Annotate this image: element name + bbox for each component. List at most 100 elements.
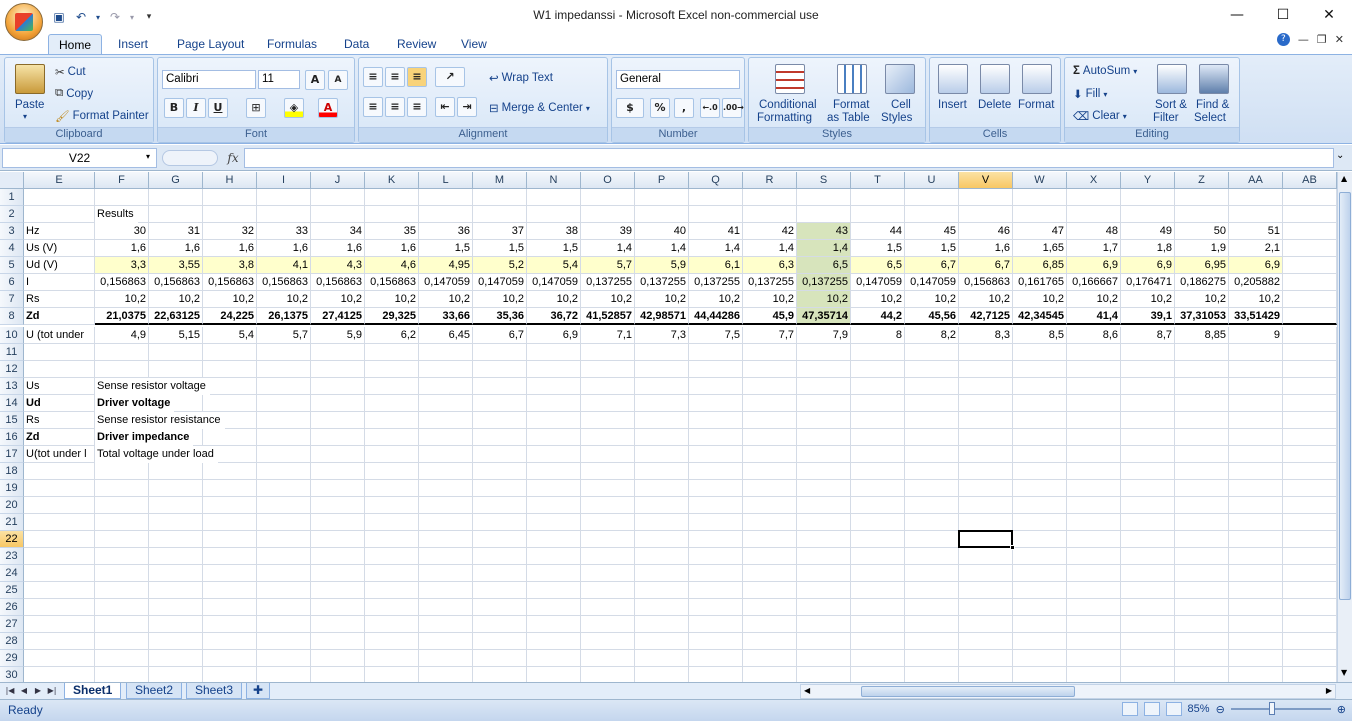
sort-filter-line2[interactable]: Filter — [1153, 112, 1179, 124]
align-bottom-icon[interactable]: ≡ — [407, 67, 427, 87]
empty-cell[interactable] — [851, 206, 905, 223]
empty-cell[interactable] — [1175, 548, 1229, 565]
empty-cell[interactable] — [1013, 378, 1067, 395]
empty-cell[interactable] — [743, 361, 797, 378]
empty-cell[interactable] — [527, 395, 581, 412]
copy-button[interactable]: ⧉ Copy — [55, 87, 93, 100]
formula-bar-expand-handle[interactable] — [162, 150, 218, 166]
table-cell[interactable]: 10,2 — [203, 291, 257, 308]
empty-cell[interactable] — [1229, 650, 1283, 667]
cut-button[interactable]: ✂ Cut — [55, 65, 86, 79]
row-header-13[interactable]: 13 — [0, 378, 24, 395]
empty-cell[interactable] — [95, 650, 149, 667]
format-painter-button[interactable]: 🖌 Format Painter — [55, 109, 149, 123]
empty-cell[interactable] — [905, 446, 959, 463]
column-header-x[interactable]: X — [1067, 172, 1121, 189]
empty-cell[interactable] — [527, 548, 581, 565]
empty-cell[interactable] — [365, 480, 419, 497]
empty-cell[interactable] — [1067, 395, 1121, 412]
row-header-7[interactable]: 7 — [0, 291, 24, 308]
table-cell[interactable]: 10,2 — [851, 291, 905, 308]
empty-cell[interactable] — [203, 497, 257, 514]
empty-cell[interactable] — [851, 565, 905, 582]
formula-input[interactable] — [244, 148, 1334, 168]
table-cell[interactable]: 36,72 — [527, 308, 581, 325]
table-cell[interactable]: 3,3 — [95, 257, 149, 274]
empty-cell[interactable] — [1283, 240, 1337, 257]
empty-cell[interactable] — [365, 514, 419, 531]
empty-cell[interactable] — [689, 633, 743, 650]
table-cell[interactable]: 44,44286 — [689, 308, 743, 325]
empty-cell[interactable] — [1175, 412, 1229, 429]
table-cell[interactable]: 44,2 — [851, 308, 905, 325]
merge-center-button[interactable]: ⊟ Merge & Center ▾ — [489, 101, 590, 115]
empty-cell[interactable] — [959, 633, 1013, 650]
cell-e4[interactable]: Us (V) — [24, 240, 95, 257]
table-cell[interactable]: 45,56 — [905, 308, 959, 325]
empty-cell[interactable] — [1229, 412, 1283, 429]
empty-cell[interactable] — [365, 616, 419, 633]
empty-cell[interactable] — [419, 395, 473, 412]
column-header-w[interactable]: W — [1013, 172, 1067, 189]
empty-cell[interactable] — [1283, 565, 1337, 582]
row-header-3[interactable]: 3 — [0, 223, 24, 240]
empty-cell[interactable] — [689, 582, 743, 599]
empty-cell[interactable] — [797, 633, 851, 650]
font-color-button[interactable]: A — [318, 98, 338, 118]
paste-dropdown-icon[interactable]: ▾ — [23, 112, 27, 121]
empty-cell[interactable] — [959, 189, 1013, 206]
table-cell[interactable]: 33,51429 — [1229, 308, 1283, 325]
empty-cell[interactable] — [581, 378, 635, 395]
empty-cell[interactable] — [797, 429, 851, 446]
tab-formulas[interactable]: Formulas — [257, 34, 327, 54]
empty-cell[interactable] — [743, 582, 797, 599]
table-cell[interactable]: 1,6 — [149, 240, 203, 257]
empty-cell[interactable] — [257, 429, 311, 446]
align-center-icon[interactable]: ≡ — [385, 97, 405, 117]
cell-e27[interactable] — [24, 616, 95, 633]
table-cell[interactable]: 8,6 — [1067, 327, 1121, 344]
empty-cell[interactable] — [1013, 548, 1067, 565]
empty-cell[interactable] — [1175, 616, 1229, 633]
empty-cell[interactable] — [149, 361, 203, 378]
empty-cell[interactable] — [1067, 548, 1121, 565]
empty-cell[interactable] — [743, 514, 797, 531]
empty-cell[interactable] — [851, 446, 905, 463]
empty-cell[interactable] — [635, 497, 689, 514]
empty-cell[interactable] — [581, 531, 635, 548]
empty-cell[interactable] — [1175, 667, 1229, 682]
empty-cell[interactable] — [635, 429, 689, 446]
cell-e20[interactable] — [24, 497, 95, 514]
empty-cell[interactable] — [851, 189, 905, 206]
table-cell[interactable]: 35,36 — [473, 308, 527, 325]
empty-cell[interactable] — [95, 361, 149, 378]
empty-cell[interactable] — [959, 497, 1013, 514]
empty-cell[interactable] — [851, 616, 905, 633]
empty-cell[interactable] — [1013, 667, 1067, 682]
empty-cell[interactable] — [257, 497, 311, 514]
sheet-tab-sheet2[interactable]: Sheet2 — [126, 683, 183, 699]
empty-cell[interactable] — [1175, 446, 1229, 463]
table-cell[interactable]: 51 — [1229, 223, 1283, 240]
table-cell[interactable]: 1,4 — [635, 240, 689, 257]
empty-cell[interactable] — [1067, 463, 1121, 480]
empty-cell[interactable] — [1067, 429, 1121, 446]
row-header-25[interactable]: 25 — [0, 582, 24, 599]
empty-cell[interactable] — [527, 497, 581, 514]
empty-cell[interactable] — [797, 463, 851, 480]
table-cell[interactable]: 10,2 — [149, 291, 203, 308]
empty-cell[interactable] — [635, 480, 689, 497]
empty-cell[interactable] — [1175, 565, 1229, 582]
table-cell[interactable]: 0,156863 — [203, 274, 257, 291]
table-cell[interactable]: 33 — [257, 223, 311, 240]
table-cell[interactable]: 6,45 — [419, 327, 473, 344]
empty-cell[interactable] — [311, 548, 365, 565]
empty-cell[interactable] — [1229, 514, 1283, 531]
empty-cell[interactable] — [257, 446, 311, 463]
table-cell[interactable]: 0,147059 — [419, 274, 473, 291]
empty-cell[interactable] — [905, 412, 959, 429]
table-cell[interactable]: 10,2 — [959, 291, 1013, 308]
empty-cell[interactable] — [581, 480, 635, 497]
column-header-i[interactable]: I — [257, 172, 311, 189]
empty-cell[interactable] — [959, 480, 1013, 497]
